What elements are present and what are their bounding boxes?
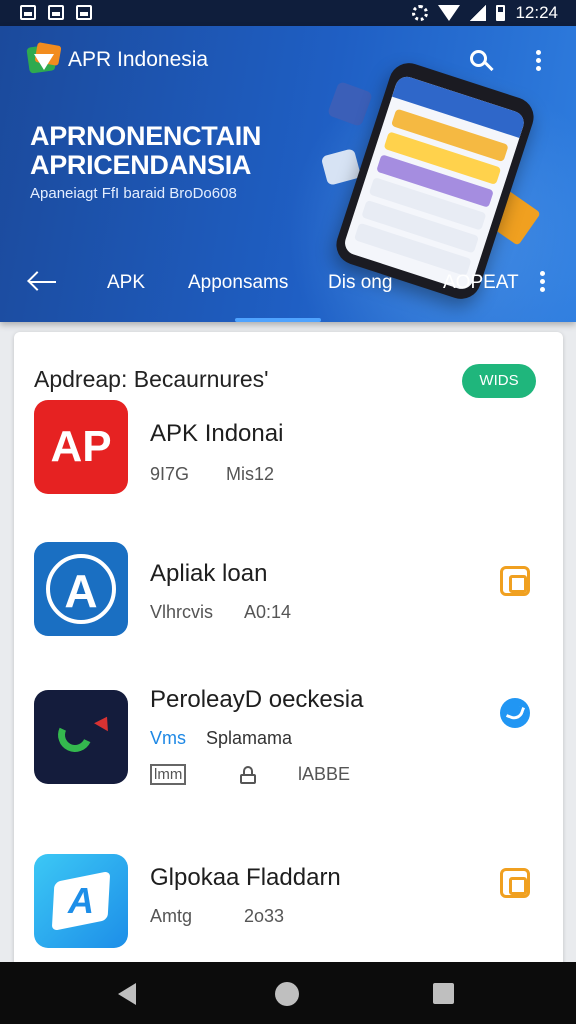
hero-headline: APRNONENCTAIN APRICENDANSIA	[30, 122, 330, 180]
list-item[interactable]: A Glpokaa Fladdarn Amtg 2o33	[34, 854, 544, 954]
more-vert-icon[interactable]	[536, 50, 542, 74]
tab-bar: APK Apponsams Dis ong AOPEAT	[0, 256, 576, 322]
nav-home-icon[interactable]	[275, 982, 299, 1006]
list-item[interactable]: AP APK Indonai 9I7G Mis12	[34, 400, 544, 510]
nav-recent-icon[interactable]	[433, 983, 454, 1004]
settings-status-icon	[412, 5, 429, 21]
tab-apk[interactable]: APK	[107, 272, 145, 294]
copy-icon[interactable]	[500, 868, 530, 898]
app-name: PeroleayD oeckesia	[150, 686, 364, 713]
active-tab-indicator	[235, 318, 321, 322]
copy-icon[interactable]	[500, 566, 530, 596]
app-name: Apliak loan	[150, 560, 268, 587]
image-notification-icon	[20, 5, 36, 20]
section-title: Apdreap: Becaurnures'	[34, 366, 269, 392]
app-name: APK Indonai	[150, 420, 284, 447]
app-meta-size: 9I7G	[150, 464, 190, 484]
battery-icon	[496, 5, 506, 21]
apliak-app-icon: A	[34, 542, 128, 636]
status-system-icons: 12:24	[412, 3, 558, 23]
search-icon[interactable]	[468, 48, 494, 74]
nav-back-icon[interactable]	[118, 983, 136, 1005]
phone-app-icon	[34, 690, 128, 784]
app-title: APR Indonesia	[68, 48, 209, 71]
status-bar: 12:24	[0, 0, 576, 26]
hero-headline-line2: APRICENDANSIA	[30, 150, 252, 180]
app-meta-version: A0:14	[244, 602, 292, 622]
image-notification-icon	[76, 5, 92, 20]
status-time: 12:24	[515, 3, 558, 22]
glpokaa-app-icon: A	[34, 854, 128, 948]
hero-headline-line1: APRNONENCTAIN	[30, 121, 262, 151]
apk-app-icon: AP	[34, 400, 128, 494]
signal-icon	[470, 5, 487, 21]
app-meta-tag: lmm	[150, 764, 187, 785]
app-name: Glpokaa Fladdarn	[150, 864, 341, 891]
app-meta-type: Vlhrcvis	[150, 602, 214, 622]
image-notification-icon	[48, 5, 64, 20]
list-item[interactable]: PeroleayD oeckesia Vms Splamama lmm lABB…	[34, 686, 544, 810]
tab-dis-ong[interactable]: Dis ong	[328, 272, 392, 294]
more-vert-icon[interactable]	[540, 271, 546, 295]
list-item[interactable]: A Apliak loan Vlhrcvis A0:14	[34, 542, 544, 652]
lock-icon	[240, 766, 256, 784]
app-list-card: Apdreap: Becaurnures' WIDS AP APK Indona…	[14, 332, 563, 972]
tab-aopeat[interactable]: AOPEAT	[443, 272, 519, 294]
app-meta-category: Amtg	[150, 906, 193, 926]
floating-card-illustration	[326, 80, 374, 128]
app-meta-developer: Splamama	[206, 728, 293, 748]
app-meta-misc: Mis12	[226, 464, 275, 484]
hero-subtitle: Apaneiagt FfI baraid BroDo608	[30, 185, 237, 202]
app-logo-icon	[26, 42, 62, 76]
status-notification-icons	[20, 5, 92, 20]
system-nav-bar	[0, 962, 576, 1024]
app-meta-code: lABBE	[298, 764, 351, 784]
tab-apponsams[interactable]: Apponsams	[188, 272, 288, 294]
messenger-icon[interactable]	[500, 698, 530, 728]
app-meta-accent: Vms	[150, 728, 186, 748]
section-badge[interactable]: WIDS	[462, 364, 536, 398]
wifi-icon	[438, 5, 461, 21]
app-meta-year: 2o33	[244, 906, 285, 926]
back-arrow-icon[interactable]	[26, 269, 58, 295]
